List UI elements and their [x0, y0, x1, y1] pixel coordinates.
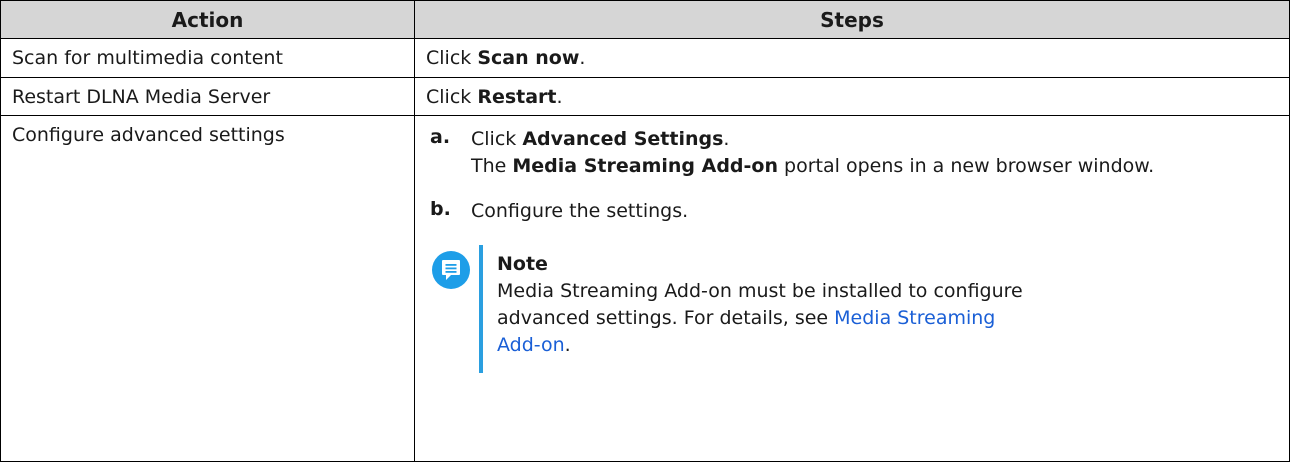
scan-now-label: Scan now: [477, 47, 580, 69]
note-text: Media Streaming Add-on must be installed…: [497, 278, 1027, 359]
steps-prefix: Click: [426, 47, 478, 69]
note-callout: Note Media Streaming Add-on must be inst…: [432, 245, 1278, 373]
steps-list: a. Click Advanced Settings. The Media St…: [415, 116, 1289, 373]
steps-prefix: Click: [426, 86, 478, 108]
step-a-line2: The Media Streaming Add-on portal opens …: [471, 153, 1161, 180]
step-prefix: Click: [471, 128, 523, 150]
action-steps-table: Action Steps Scan for multimedia content…: [0, 0, 1290, 462]
header-action: Action: [0, 0, 415, 39]
action-text: Configure advanced settings: [12, 124, 285, 146]
action-cell: Restart DLNA Media Server: [0, 77, 415, 116]
note-title: Note: [497, 253, 548, 275]
steps-suffix: .: [579, 47, 586, 69]
action-text: Restart DLNA Media Server: [12, 86, 271, 108]
steps-cell: Click Restart.: [414, 77, 1290, 116]
step-b: b. Configure the settings.: [430, 198, 1278, 225]
step-suffix: .: [723, 128, 730, 150]
steps-text: Click Restart.: [415, 78, 1289, 108]
restart-label: Restart: [477, 86, 557, 108]
note-body: Note Media Streaming Add-on must be inst…: [497, 245, 1027, 373]
note-accent-bar: [479, 245, 483, 373]
note-suffix: .: [564, 334, 571, 356]
advanced-settings-label: Advanced Settings: [522, 128, 724, 150]
table-row: Restart DLNA Media Server Click Restart.: [0, 77, 1290, 116]
action-cell: Configure advanced settings: [0, 115, 415, 462]
steps-text: Click Scan now.: [415, 39, 1289, 69]
step-a-line1: Click Advanced Settings.: [471, 126, 1161, 153]
table-row: Scan for multimedia content Click Scan n…: [0, 38, 1290, 78]
action-text: Scan for multimedia content: [12, 47, 283, 69]
step-suffix: portal opens in a new browser window.: [778, 155, 1155, 177]
steps-cell: a. Click Advanced Settings. The Media St…: [414, 115, 1290, 462]
header-steps: Steps: [414, 0, 1290, 39]
steps-suffix: .: [556, 86, 563, 108]
step-letter: a.: [430, 126, 451, 148]
step-a: a. Click Advanced Settings. The Media St…: [430, 126, 1278, 180]
media-streaming-addon-label: Media Streaming Add-on: [512, 155, 779, 177]
note-icon: [432, 251, 470, 289]
steps-cell: Click Scan now.: [414, 38, 1290, 78]
step-prefix: The: [471, 155, 513, 177]
step-b-text: Configure the settings.: [471, 200, 689, 222]
table-header-row: Action Steps: [0, 0, 1290, 39]
note-glyph: [442, 260, 460, 280]
action-cell: Scan for multimedia content: [0, 38, 415, 78]
step-body: Click Advanced Settings. The Media Strea…: [471, 126, 1161, 180]
table-row: Configure advanced settings a. Click Adv…: [0, 115, 1290, 462]
step-letter: b.: [430, 198, 451, 220]
